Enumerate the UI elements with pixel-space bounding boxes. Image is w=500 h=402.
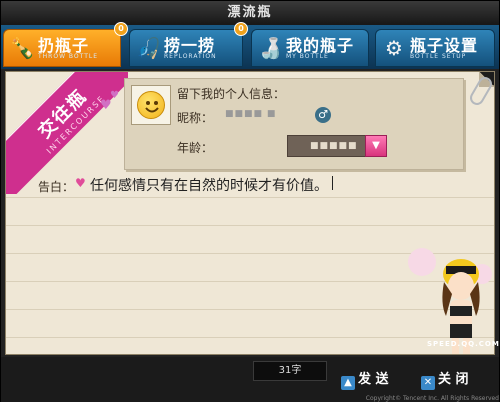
tab-sublabel: BOTTLE SETUP	[410, 53, 467, 60]
paperclip-icon	[467, 74, 494, 108]
smiley-face-icon	[137, 91, 165, 119]
age-select[interactable]: ■■■■■ ▼	[287, 135, 387, 157]
paper-line	[6, 197, 494, 198]
tab-fish-bottle[interactable]: 🎣 捞一捞 REPLORATION 0	[129, 22, 248, 67]
my-bottle-icon: 🍶	[258, 36, 283, 60]
age-value: ■■■■■	[310, 141, 358, 151]
tab-bottle-setup[interactable]: ⚙ 瓶子设置 BOTTLE SETUP	[375, 29, 495, 67]
close-icon: ✕	[421, 376, 435, 390]
heart-icon: ♥	[110, 90, 119, 101]
tab-my-bottle[interactable]: 🍶 我的瓶子 MY BOTTLE	[251, 29, 369, 67]
copyright-text: Copyright© Tencent Inc. All Rights Reser…	[365, 395, 499, 402]
fishing-net-icon: 🎣	[136, 36, 161, 60]
char-counter: 31字	[253, 361, 327, 381]
message-input[interactable]: 任何感情只有在自然的时候才有价值。	[90, 175, 328, 195]
tab-badge: 0	[114, 22, 128, 36]
dropdown-arrow-icon[interactable]: ▼	[365, 135, 387, 157]
nickname-label: 昵称：	[177, 111, 214, 125]
text-cursor	[332, 176, 333, 190]
speed-logo: SPEED.QQ.COM	[427, 340, 500, 348]
window-title: 漂流瓶	[1, 1, 499, 25]
heart-icon: ♥	[75, 176, 86, 190]
letter-paper: 交往瓶 INTERCOURSE ♥ ♥ 留下我的个人信息： 昵称： ■■■■ ■…	[5, 71, 495, 355]
age-label: 年龄：	[177, 141, 214, 155]
tab-bar: 🍾 扔瓶子 THROW BOTTLE 0 🎣 捞一捞 REPLORATION 0…	[1, 22, 499, 69]
drift-bottle-window: 漂流瓶 🍾 扔瓶子 THROW BOTTLE 0 🎣 捞一捞 REPLORATI…	[0, 0, 500, 402]
personal-info-card: 留下我的个人信息： 昵称： ■■■■ ■ ♂ 年龄： ■■■■■ ▼	[124, 78, 464, 170]
tab-sublabel: REPLORATION	[164, 53, 217, 60]
upload-arrow-icon: ▲	[341, 376, 355, 390]
tab-throw-bottle[interactable]: 🍾 扔瓶子 THROW BOTTLE 0	[3, 22, 128, 67]
info-title: 留下我的个人信息：	[177, 87, 286, 101]
close-button[interactable]: ✕ 关 闭	[421, 369, 469, 391]
close-label: 关 闭	[438, 372, 469, 387]
tab-sublabel: MY BOTTLE	[286, 53, 329, 60]
paper-line	[6, 225, 494, 226]
tab-sublabel: THROW BOTTLE	[38, 53, 98, 60]
nickname-value: ■■■■ ■	[225, 109, 277, 119]
avatar[interactable]	[131, 85, 171, 125]
gear-icon: ⚙	[385, 36, 403, 60]
send-button[interactable]: ▲ 发 送	[341, 369, 389, 391]
send-label: 发 送	[358, 372, 389, 387]
message-label: 告白：	[38, 180, 75, 194]
tab-badge: 0	[234, 22, 248, 36]
male-icon[interactable]: ♂	[315, 107, 331, 123]
bottle-throw-icon: 🍾	[10, 36, 35, 60]
